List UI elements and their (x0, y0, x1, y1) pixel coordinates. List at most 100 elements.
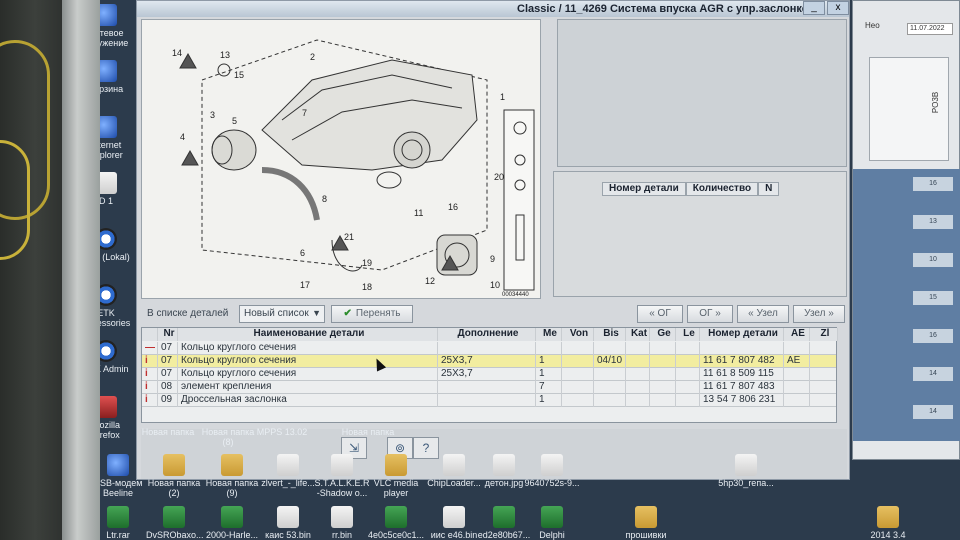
callout-number[interactable]: 17 (300, 280, 310, 290)
column-header[interactable] (142, 328, 158, 341)
cable (0, 140, 30, 260)
desktop-icon-label: 9640752s-9... (524, 478, 580, 488)
desktop-icon-label: Новая папка (8) (201, 427, 255, 447)
table-row[interactable]: —07 Кольцо круглого сечения (142, 342, 836, 355)
table-row[interactable]: i 09 Дроссельная заслонка 1 13 54 7 806 231 (142, 394, 836, 407)
table-cell-von (562, 342, 594, 355)
desktop-icon[interactable]: 4e0c5ce0c1... (368, 506, 424, 540)
desktop-icon[interactable]: Новая папка (8) (200, 427, 256, 447)
desktop-icon[interactable]: zlvert_-_life... (260, 454, 316, 488)
desktop-icon[interactable]: VLC media player (368, 454, 424, 498)
minimize-button[interactable]: _ (803, 1, 825, 15)
column-header[interactable]: Von (562, 328, 594, 341)
column-header[interactable]: Наименование детали (178, 328, 438, 341)
desktop-icon-label: 5hp30_reпа... (718, 478, 774, 488)
desktop-icon-label: ETK Admin (100, 364, 129, 374)
desktop-icon[interactable]: 5hp30_reпа... (718, 454, 774, 488)
desktop-icon[interactable]: Новая папка (140, 427, 196, 437)
table-cell-name: Кольцо круглого сечения (178, 368, 438, 381)
column-header[interactable]: Zl (810, 328, 838, 341)
callout-number[interactable]: 18 (362, 282, 372, 292)
desktop-icon-label: ETK Accessories (100, 308, 131, 328)
desktop-icon[interactable]: Новая папка (9) (204, 454, 260, 498)
parts-diagram[interactable]: 14 13 15 2 3 5 4 1 20 7 11 16 21 6 17 19 18 12 9 10 8 0003444… (141, 19, 541, 299)
desktop-icon[interactable]: DvSRObaxo... (146, 506, 204, 540)
desktop-icon-label: rr.bin (331, 530, 352, 540)
desktop-icon[interactable]: S.T.A.L.K.E.R -Shadow o... (314, 454, 370, 498)
header-n[interactable]: N (758, 182, 780, 196)
column-header[interactable]: Kat (626, 328, 650, 341)
desktop-icon[interactable]: ChipLoader... (426, 454, 482, 488)
desktop-icon[interactable]: 2014 3.4 (860, 506, 916, 540)
column-header[interactable]: Номер детали (700, 328, 784, 341)
table-row[interactable]: i 08 элемент крепления 7 11 61 7 807 483 (142, 381, 836, 394)
desktop-icon[interactable]: прошивки (618, 506, 674, 540)
callout-number[interactable]: 11 (414, 208, 423, 218)
callout-number[interactable]: 16 (448, 202, 458, 212)
callout-number[interactable]: 4 (180, 132, 185, 142)
desktop-icon[interactable]: D 1 (100, 172, 134, 206)
desktop-icon[interactable]: Корзина (100, 60, 134, 94)
prev-og-button[interactable]: « ОГ (637, 305, 683, 323)
callout-number[interactable]: 10 (490, 280, 500, 290)
callout-number[interactable]: 7 (302, 108, 307, 118)
next-node-button[interactable]: Узел » (793, 305, 845, 323)
desktop-icon-label: zlvert_-_life... (261, 478, 315, 488)
column-header[interactable]: Ge (650, 328, 676, 341)
desktop-icon[interactable]: 9640752s-9... (524, 454, 580, 488)
desktop-icon[interactable]: Delphi (524, 506, 580, 540)
callout-number[interactable]: 9 (490, 254, 495, 264)
header-quantity[interactable]: Количество (685, 182, 759, 196)
callout-number[interactable]: 15 (234, 70, 244, 80)
list-select[interactable]: Новый список ▼ (239, 305, 325, 323)
desktop-icon[interactable]: Internet Explorer (100, 116, 134, 160)
desktop-icon[interactable]: USB-модем Beeline (100, 454, 146, 498)
desktop-icon[interactable]: каис 53.bin (260, 506, 316, 540)
callout-number[interactable]: 13 (220, 50, 230, 60)
desktop-icon[interactable]: Новая папка (340, 427, 396, 437)
desktop-icon[interactable]: иис e46.bin (426, 506, 482, 540)
table-cell-bis: 04/10 (594, 355, 626, 368)
file-icon (443, 506, 465, 528)
callout-number[interactable]: 1 (500, 92, 505, 102)
desktop-icon[interactable]: ETK Accessories (100, 284, 134, 328)
header-part-number[interactable]: Номер детали (602, 182, 686, 196)
date-field[interactable]: 11.07.2022 (907, 23, 953, 35)
desktop-icon[interactable]: Mozilla Firefox (100, 396, 134, 440)
callout-number[interactable]: 5 (232, 116, 237, 126)
callout-number[interactable]: 20 (494, 172, 504, 182)
table-row[interactable]: i 07 Кольцо круглого сечения 25X3,7 1 04/10 11… (142, 355, 836, 368)
callout-number[interactable]: 2 (310, 52, 315, 62)
callout-number[interactable]: 6 (300, 248, 305, 258)
callout-number[interactable]: 14 (172, 48, 182, 58)
desktop-icon[interactable]: Новая папка (2) (146, 454, 202, 498)
callout-number[interactable]: 19 (362, 258, 372, 268)
column-header[interactable]: Bis (594, 328, 626, 341)
callout-number[interactable]: 3 (210, 110, 215, 120)
desktop-icon[interactable]: Ltr.rar (100, 506, 146, 540)
prev-node-button[interactable]: « Узел (737, 305, 789, 323)
column-header[interactable]: Me (536, 328, 562, 341)
column-header[interactable]: AE (784, 328, 810, 341)
table-cell-extra (438, 381, 536, 394)
table-cell-bis (594, 394, 626, 407)
desktop-icon[interactable]: 2000-Harle... (204, 506, 260, 540)
accept-button[interactable]: ✔ Перенять (331, 305, 413, 323)
desktop-icon[interactable]: rr.bin (314, 506, 370, 540)
desktop-icon[interactable]: MPPS 13.02 (254, 427, 310, 437)
next-og-button[interactable]: ОГ » (687, 305, 733, 323)
desktop-icon[interactable]: Сетевое окружение (100, 4, 134, 48)
side-grid-cell: 10 (913, 253, 953, 267)
desktop-icon[interactable]: ETK Admin (100, 340, 134, 374)
column-header[interactable]: Le (676, 328, 700, 341)
column-header[interactable]: Nr (158, 328, 178, 341)
column-header[interactable]: Дополнение (438, 328, 536, 341)
callout-number[interactable]: 21 (344, 232, 354, 242)
callout-number[interactable]: 8 (322, 194, 327, 204)
table-row[interactable]: i 07 Кольцо круглого сечения 25X3,7 1 11 61 8… (142, 368, 836, 381)
table-cell-extra: 25X3,7 (438, 355, 536, 368)
desktop-icon-label: D 1 (100, 196, 113, 206)
desktop-icon[interactable]: ETK (Lokal) (100, 228, 134, 262)
close-button[interactable]: x (827, 1, 849, 15)
callout-number[interactable]: 12 (425, 276, 435, 286)
